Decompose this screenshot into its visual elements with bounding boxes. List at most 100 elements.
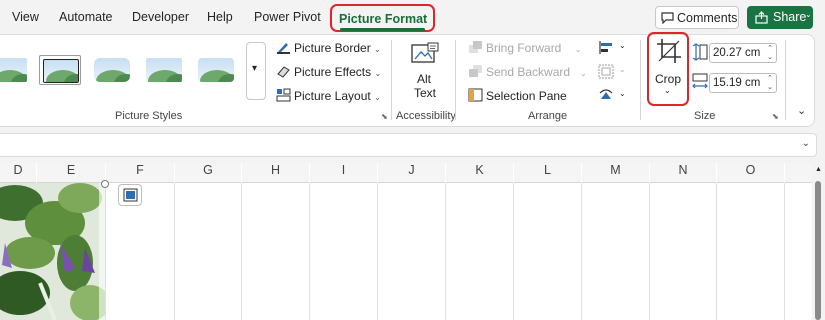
- column-gridline: [513, 183, 514, 320]
- group-label-picture-styles: Picture Styles: [115, 110, 183, 122]
- column-header-j[interactable]: J: [378, 163, 445, 183]
- bring-forward-icon: [469, 41, 482, 53]
- column-header-p[interactable]: [785, 163, 812, 183]
- shape-width-icon: [692, 73, 708, 89]
- inserted-picture[interactable]: [0, 183, 105, 320]
- column-header-i[interactable]: I: [310, 163, 377, 183]
- align-chevron-icon[interactable]: ⌄: [619, 41, 626, 50]
- layout-options-button[interactable]: [118, 184, 142, 206]
- column-gridline: [649, 183, 650, 320]
- column-header-m[interactable]: M: [582, 163, 649, 183]
- selection-pane-icon: [468, 88, 483, 102]
- column-header-h[interactable]: H: [242, 163, 309, 183]
- share-chevron-icon[interactable]: ⌄: [805, 10, 812, 19]
- column-gridline: [445, 183, 446, 320]
- rotate-chevron-icon[interactable]: ⌄: [619, 89, 626, 98]
- picture-style-thumb-4[interactable]: [143, 55, 185, 85]
- picture-edge: [99, 183, 105, 320]
- group-label-size: Size: [694, 110, 716, 122]
- crop-chevron-icon[interactable]: ⌄: [664, 86, 671, 95]
- align-icon[interactable]: [598, 40, 614, 55]
- column-header-n[interactable]: N: [650, 163, 716, 183]
- height-spinner-icon[interactable]: ⌃ ⌄: [767, 44, 773, 62]
- bring-forward-button[interactable]: Bring Forward ⌄: [486, 41, 581, 55]
- column-header-o[interactable]: O: [717, 163, 784, 183]
- share-button[interactable]: Share ⌄: [747, 6, 813, 29]
- shape-width-input[interactable]: 15.19 cm ⌃ ⌄: [709, 73, 777, 93]
- group-divider: [785, 40, 786, 120]
- column-header-e[interactable]: E: [37, 163, 105, 183]
- tab-automate[interactable]: Automate: [59, 10, 113, 24]
- selection-pane-button[interactable]: Selection Pane: [486, 89, 567, 103]
- picture-style-thumb-5[interactable]: [195, 55, 237, 85]
- picture-border-icon: [277, 43, 290, 54]
- column-gridline: [174, 183, 175, 320]
- active-tab-indicator: [340, 28, 425, 31]
- column-header-g[interactable]: G: [175, 163, 241, 183]
- scroll-up-icon[interactable]: ▲: [815, 166, 822, 173]
- column-gridline: [784, 183, 785, 320]
- picture-style-thumb-3[interactable]: [91, 55, 133, 85]
- crop-icon: [657, 39, 681, 63]
- group-chevron-icon[interactable]: ⌄: [619, 65, 626, 74]
- vertical-scrollbar[interactable]: ▲: [812, 163, 825, 320]
- picture-styles-more-button[interactable]: ▾: [246, 42, 266, 100]
- share-icon: [755, 11, 768, 24]
- group-label-arrange: Arrange: [528, 110, 568, 122]
- bring-forward-label: Bring Forward: [486, 41, 562, 55]
- tab-developer[interactable]: Developer: [132, 10, 189, 24]
- group-divider: [391, 40, 392, 120]
- comment-icon: [661, 12, 674, 24]
- comments-label: Comments: [677, 11, 738, 25]
- column-header-l[interactable]: L: [514, 163, 581, 183]
- shape-height-value: 20.27 cm: [713, 47, 761, 59]
- send-backward-icon: [469, 65, 482, 77]
- comments-button[interactable]: Comments: [655, 6, 739, 29]
- share-label: Share: [773, 10, 807, 24]
- column-header-k[interactable]: K: [446, 163, 513, 183]
- group-objects-icon[interactable]: [598, 64, 614, 79]
- picture-style-thumb-2[interactable]: [39, 55, 81, 85]
- tab-picture-format-label: Picture Format: [339, 12, 428, 26]
- layout-options-icon: [123, 188, 138, 202]
- picture-effects-button[interactable]: Picture Effects ⌄: [294, 65, 381, 79]
- size-launcher-icon[interactable]: ⬊: [772, 112, 779, 121]
- column-header-d[interactable]: D: [0, 163, 36, 183]
- shape-width-value: 15.19 cm: [713, 77, 761, 89]
- alt-text-button[interactable]: Alt Text: [405, 40, 445, 102]
- picture-border-label: Picture Border: [294, 41, 371, 55]
- plant-image: [0, 183, 105, 320]
- picture-border-button[interactable]: Picture Border ⌄: [294, 41, 381, 55]
- column-gridline: [105, 183, 106, 320]
- picture-styles-launcher-icon[interactable]: ⬊: [381, 112, 388, 121]
- send-backward-button[interactable]: Send Backward ⌄: [486, 65, 587, 79]
- group-label-accessibility: Accessibility: [396, 110, 456, 122]
- tab-view[interactable]: View: [12, 10, 39, 24]
- group-divider: [455, 40, 456, 120]
- column-gridline: [309, 183, 310, 320]
- scrollbar-thumb[interactable]: [815, 181, 821, 320]
- resize-handle[interactable]: [101, 180, 109, 188]
- column-header-f[interactable]: F: [106, 163, 174, 183]
- rotate-icon[interactable]: [598, 88, 614, 103]
- picture-style-thumb-1[interactable]: [0, 55, 30, 85]
- ribbon-tab-bar: View Automate Developer Help Power Pivot…: [0, 0, 825, 34]
- tab-picture-format[interactable]: Picture Format: [330, 4, 435, 32]
- alt-text-label-1: Alt: [417, 72, 432, 86]
- formula-bar[interactable]: ⌄: [0, 133, 817, 157]
- column-gridline: [716, 183, 717, 320]
- expand-formula-bar-icon[interactable]: ⌄: [802, 138, 810, 149]
- shape-height-icon: [692, 43, 708, 61]
- column-gridline: [241, 183, 242, 320]
- column-gridline: [377, 183, 378, 320]
- crop-button[interactable]: Crop ⌄: [647, 32, 689, 106]
- column-gridline: [581, 183, 582, 320]
- collapse-ribbon-icon[interactable]: ⌄: [797, 104, 806, 117]
- tab-help[interactable]: Help: [207, 10, 233, 24]
- shape-height-input[interactable]: 20.27 cm ⌃ ⌄: [709, 43, 777, 63]
- picture-layout-button[interactable]: Picture Layout ⌄: [294, 89, 381, 103]
- alt-text-icon: [411, 42, 439, 63]
- more-chevron-icon: ▾: [252, 63, 258, 74]
- tab-power-pivot[interactable]: Power Pivot: [254, 10, 321, 24]
- width-spinner-icon[interactable]: ⌃ ⌄: [767, 74, 773, 92]
